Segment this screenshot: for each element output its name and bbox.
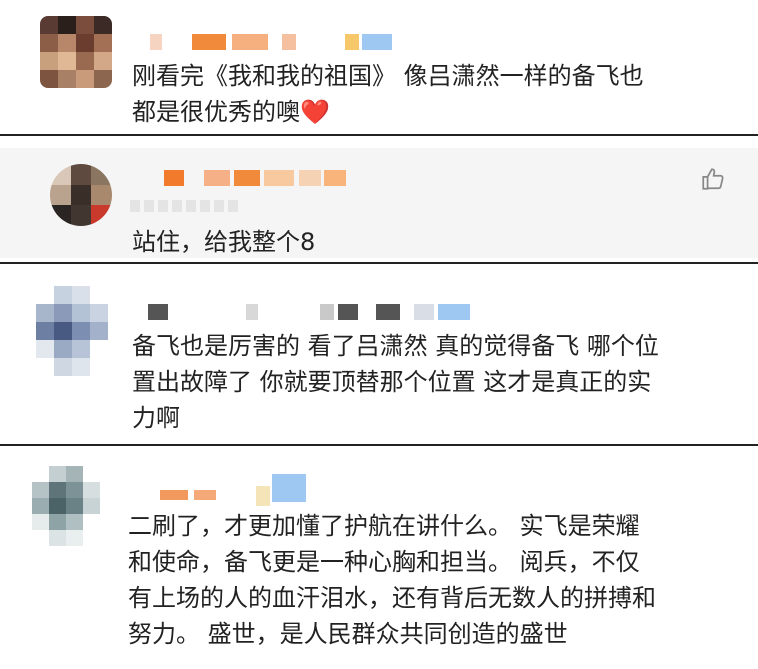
username-blurred: [164, 170, 364, 186]
comment-text: 备飞也是厉害的 看了吕潇然 真的觉得备飞 哪个位 置出故障了 你就要顶替那个位置…: [132, 332, 659, 432]
timestamp-blurred: [130, 200, 240, 212]
comment-card-1: 刚看完《我和我的祖国》 像吕潇然一样的备飞也 都是很优秀的噢❤️: [0, 0, 758, 134]
username-blurred: [150, 34, 400, 50]
comment-card-4: 二刷了，才更加懂了护航在讲什么。 实飞是荣耀 和使命，备飞更是一种心胸和担当。 …: [0, 446, 758, 669]
separator: [0, 134, 758, 136]
comment-card-3: 备飞也是厉害的 看了吕潇然 真的觉得备飞 哪个位 置出故障了 你就要顶替那个位置…: [0, 264, 758, 444]
thumbs-up-icon[interactable]: [700, 166, 726, 192]
comment-text: 刚看完《我和我的祖国》 像吕潇然一样的备飞也 都是很优秀的噢❤️: [132, 62, 644, 126]
comment-text: 站住，给我整个8: [132, 228, 316, 256]
comment-text: 二刷了，才更加懂了护航在讲什么。 实飞是荣耀 和使命，备飞更是一种心胸和担当。 …: [128, 512, 656, 648]
heart-emoji: ❤️: [300, 98, 330, 126]
avatar[interactable]: [40, 16, 112, 88]
username-blurred: [148, 304, 478, 320]
avatar[interactable]: [36, 286, 108, 376]
avatar[interactable]: [32, 466, 100, 546]
avatar[interactable]: [50, 164, 112, 226]
username-blurred: [160, 474, 320, 506]
comment-card-2: [0, 148, 758, 258]
